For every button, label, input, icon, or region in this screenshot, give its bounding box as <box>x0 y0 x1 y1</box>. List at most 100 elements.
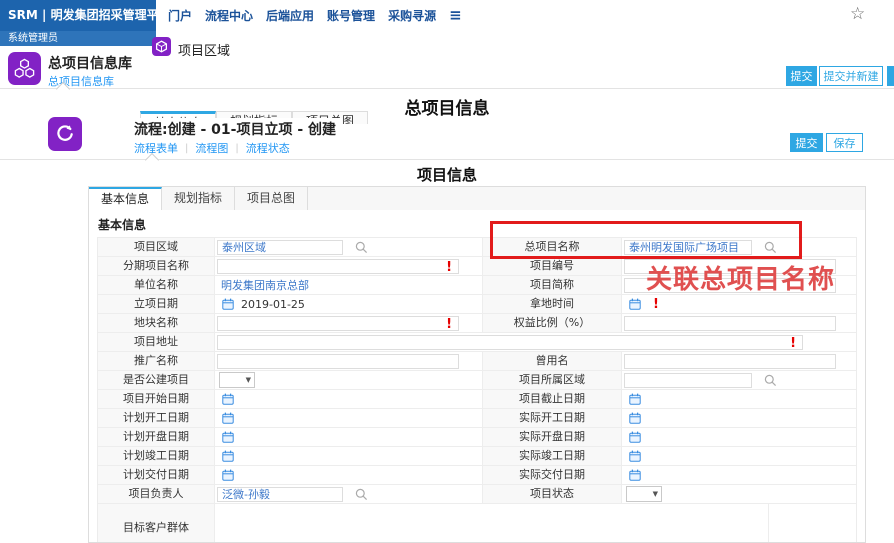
table-row: 单位名称明发集团南京总部项目简称 <box>98 276 856 295</box>
screen: SRM | 明发集团招采管理平台 系统管理员 门户流程中心后端应用账号管理采购寻… <box>0 0 894 543</box>
form-tab[interactable]: 项目总图 <box>235 187 308 210</box>
calendar-icon[interactable] <box>222 412 234 424</box>
field-cell <box>622 257 858 275</box>
field-label: 权益比例（%） <box>482 314 622 332</box>
nav-item-2[interactable]: 流程中心 <box>205 7 253 24</box>
table-row: 项目区域泰州区域总项目名称泰州明发国际广场项目 <box>98 238 856 257</box>
calendar-icon[interactable] <box>222 393 234 405</box>
calendar-icon[interactable] <box>629 469 641 481</box>
search-icon[interactable] <box>355 488 368 501</box>
process-link-1[interactable]: 流程表单 <box>134 140 178 156</box>
field-cell <box>622 314 858 332</box>
text-input[interactable] <box>624 354 836 369</box>
field-cell <box>215 409 482 427</box>
process-link-3[interactable]: 流程状态 <box>246 140 290 156</box>
cutoff-button[interactable] <box>887 66 894 86</box>
lookup-input[interactable] <box>624 373 752 388</box>
chevron-down-icon: ▼ <box>653 490 658 498</box>
field-cell <box>215 447 482 465</box>
calendar-icon[interactable] <box>222 450 234 462</box>
field-label: 实际开工日期 <box>482 409 622 427</box>
field-label: 项目编号 <box>482 257 622 275</box>
table-row: 推广名称曾用名 <box>98 352 856 371</box>
section-title: 基本信息 <box>98 216 865 233</box>
table-row: 计划交付日期实际交付日期 <box>98 466 856 485</box>
text-input[interactable]: ! <box>217 335 803 350</box>
text-input[interactable] <box>624 316 836 331</box>
calendar-icon[interactable] <box>629 412 641 424</box>
field-cell: ! <box>215 333 858 351</box>
required-marker: ! <box>790 337 796 350</box>
search-icon[interactable] <box>355 241 368 254</box>
text-input[interactable] <box>217 354 459 369</box>
form-title: 项目信息 <box>0 164 894 185</box>
field-label: 实际竣工日期 <box>482 447 622 465</box>
field-label: 总项目名称 <box>482 238 622 256</box>
nav-item-4[interactable]: 账号管理 <box>327 7 375 24</box>
submit-and-new-button[interactable]: 提交并新建 <box>819 66 883 86</box>
field-cell: 泰州明发国际广场项目 <box>622 238 858 256</box>
nav-item-3[interactable]: 后端应用 <box>266 7 314 24</box>
field-label: 实际交付日期 <box>482 466 622 484</box>
table-row: 项目地址! <box>98 333 856 352</box>
field-cell: 2019-01-25 <box>215 295 482 313</box>
save-button[interactable]: 保存 <box>826 133 863 152</box>
nav-item-5[interactable]: 采购寻源 <box>388 7 436 24</box>
user-role-badge: 系统管理员 <box>0 31 156 46</box>
field-label: 项目截止日期 <box>482 390 622 408</box>
calendar-icon[interactable] <box>222 298 234 310</box>
lookup-input[interactable]: 泰州区域 <box>217 240 343 255</box>
date-value: 2019-01-25 <box>241 298 305 311</box>
calendar-icon[interactable] <box>222 469 234 481</box>
textarea-extra-cell <box>769 504 858 543</box>
field-cell <box>622 390 858 408</box>
field-cell: ▼ <box>215 371 482 389</box>
field-label: 地块名称 <box>98 314 215 332</box>
lookup-input[interactable]: 泛微-孙毅 <box>217 487 343 502</box>
nav-item-1[interactable]: 门户 <box>168 7 192 24</box>
text-input[interactable]: ! <box>217 259 459 274</box>
calendar-icon[interactable] <box>629 298 641 310</box>
field-cell <box>622 352 858 370</box>
project-area-label: 项目区域 <box>178 40 230 59</box>
header-divider <box>0 88 894 89</box>
text-input[interactable]: ! <box>217 316 459 331</box>
field-cell <box>622 428 858 446</box>
app-cubes-icon <box>8 52 41 85</box>
process-loop-icon <box>48 117 82 151</box>
hamburger-icon[interactable]: ≡ <box>449 6 462 24</box>
lookup-input[interactable]: 泰州明发国际广场项目 <box>624 240 752 255</box>
select-dropdown[interactable]: ▼ <box>626 486 662 502</box>
link-value[interactable]: 明发集团南京总部 <box>217 277 309 293</box>
field-cell <box>215 352 482 370</box>
form-tab[interactable]: 规划指标 <box>162 187 235 210</box>
form-tab[interactable]: 基本信息 <box>89 187 162 210</box>
required-marker: ! <box>446 261 452 274</box>
textarea-field[interactable] <box>215 504 769 543</box>
process-link-2[interactable]: 流程图 <box>195 140 228 156</box>
field-cell: 泰州区域 <box>215 238 482 256</box>
field-label: 分期项目名称 <box>98 257 215 275</box>
table-row: 计划开工日期实际开工日期 <box>98 409 856 428</box>
calendar-icon[interactable] <box>222 431 234 443</box>
table-row: 项目负责人泛微-孙毅项目状态▼ <box>98 485 856 504</box>
page-title: 总项目信息 <box>0 94 894 119</box>
field-label: 是否公建项目 <box>98 371 215 389</box>
text-input[interactable] <box>624 278 836 293</box>
text-input[interactable] <box>624 259 836 274</box>
field-label: 项目简称 <box>482 276 622 294</box>
search-icon[interactable] <box>764 241 777 254</box>
star-icon[interactable]: ☆ <box>850 4 865 24</box>
field-cell <box>215 390 482 408</box>
calendar-icon[interactable] <box>629 431 641 443</box>
calendar-icon[interactable] <box>629 393 641 405</box>
calendar-icon[interactable] <box>629 450 641 462</box>
select-dropdown[interactable]: ▼ <box>219 372 255 388</box>
table-row: 是否公建项目▼项目所属区域 <box>98 371 856 390</box>
field-label: 目标客户群体 <box>98 504 215 543</box>
search-icon[interactable] <box>764 374 777 387</box>
field-label: 推广名称 <box>98 352 215 370</box>
field-label: 项目负责人 <box>98 485 215 503</box>
submit-button-top[interactable]: 提交 <box>786 66 817 86</box>
submit-button-process[interactable]: 提交 <box>790 133 823 152</box>
